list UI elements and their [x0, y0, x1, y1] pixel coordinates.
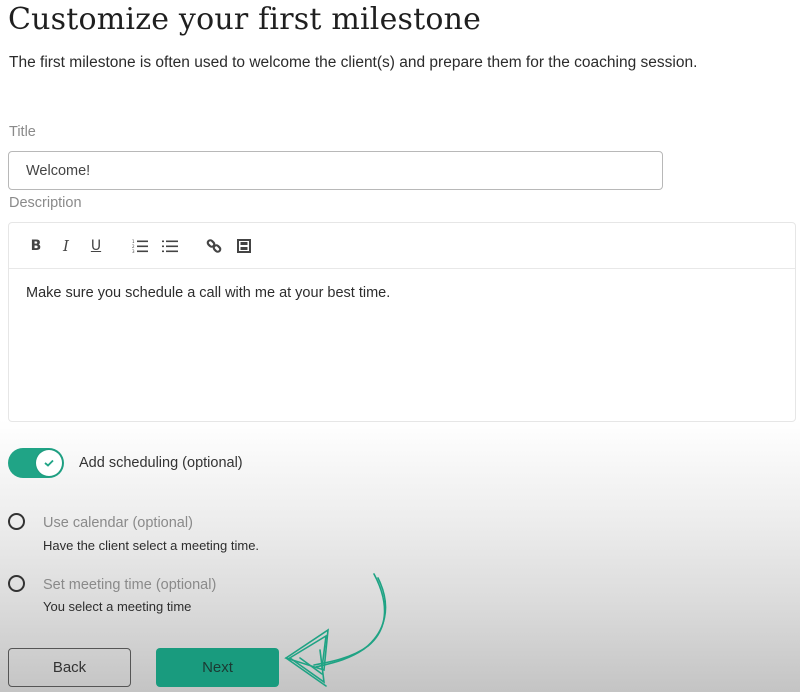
italic-button[interactable]: I [55, 235, 77, 257]
description-label: Description [9, 195, 82, 211]
underline-icon: U [90, 237, 102, 254]
title-input[interactable] [8, 151, 663, 190]
editor-toolbar: B I U 1 2 3 [9, 223, 795, 269]
set-meeting-time-title: Set meeting time (optional) [43, 577, 217, 593]
use-calendar-radio[interactable] [8, 513, 25, 530]
title-label: Title [9, 124, 36, 140]
scheduling-toggle[interactable] [8, 448, 64, 478]
italic-icon: I [63, 236, 69, 255]
annotation-arrow-icon [284, 573, 387, 687]
use-calendar-description: Have the client select a meeting time. [43, 538, 260, 553]
video-button[interactable] [233, 235, 255, 257]
link-icon [206, 238, 222, 253]
ordered-list-button[interactable]: 1 2 3 [129, 235, 151, 257]
bullet-list-icon [162, 240, 178, 252]
ordered-list-icon: 1 2 3 [132, 239, 148, 253]
next-button[interactable]: Next [156, 648, 279, 687]
bold-icon: B [30, 237, 42, 254]
video-icon [237, 238, 251, 253]
back-button[interactable]: Back [8, 648, 131, 687]
use-calendar-title: Use calendar (optional) [43, 515, 193, 531]
svg-text:3: 3 [132, 249, 135, 253]
page-subtitle: The first milestone is often used to wel… [9, 54, 698, 71]
bullet-list-button[interactable] [159, 235, 181, 257]
link-button[interactable] [203, 235, 225, 257]
check-icon [44, 459, 54, 467]
description-content[interactable]: Make sure you schedule a call with me at… [9, 269, 795, 301]
toggle-knob [36, 450, 62, 476]
underline-button[interactable]: U [85, 235, 107, 257]
scheduling-toggle-label: Add scheduling (optional) [79, 455, 243, 471]
description-editor: B I U 1 2 3 Make sure you schedule a cal… [8, 222, 796, 422]
set-meeting-time-description: You select a meeting time [43, 599, 192, 614]
page-title: Customize your first milestone [8, 2, 482, 37]
bold-button[interactable]: B [25, 235, 47, 257]
set-meeting-time-radio[interactable] [8, 575, 25, 592]
